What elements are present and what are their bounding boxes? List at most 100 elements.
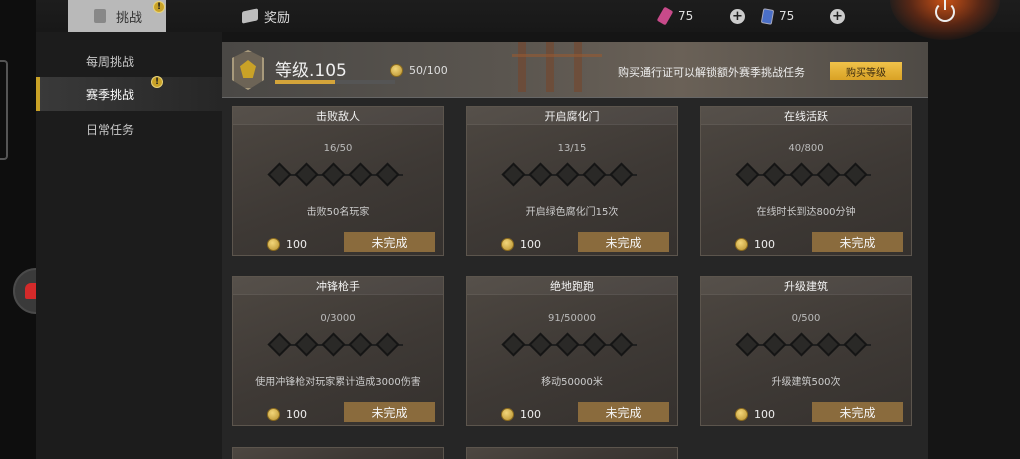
buy-level-button[interactable]: 购买等级 xyxy=(830,62,902,80)
card-progress: 40/800 xyxy=(788,143,824,154)
card-progress: 0/3000 xyxy=(320,313,356,324)
milestone-icon xyxy=(375,162,400,187)
sidebar-item-label: 每周挑战 xyxy=(86,54,135,69)
milestone-icon xyxy=(609,162,634,187)
milestone-icon xyxy=(582,162,607,187)
milestone-icon xyxy=(735,332,760,357)
card-description: 在线时长到达800分钟 xyxy=(756,207,856,218)
card-reward-value: 100 xyxy=(754,238,775,251)
tab-challenge[interactable]: 挑战 xyxy=(68,0,166,32)
reward-icon xyxy=(242,8,258,24)
sidebar-item-daily[interactable]: 日常任务 xyxy=(36,112,222,146)
currency-cards-value: 75 xyxy=(779,9,795,23)
milestone-icon xyxy=(321,162,346,187)
milestone-icon xyxy=(348,162,373,187)
card-description: 击败50名玩家 xyxy=(306,207,370,218)
add-cards-button[interactable]: + xyxy=(830,9,845,24)
card-description: 使用冲锋枪对玩家累计造成3000伤害 xyxy=(255,377,421,388)
pass-message: 购买通行证可以解锁额外赛季挑战任务 xyxy=(618,66,805,79)
milestone-icon xyxy=(816,162,841,187)
milestone-icon xyxy=(294,162,319,187)
card-title: 击败敌人 xyxy=(233,107,443,125)
top-bar xyxy=(36,0,1020,32)
card-reward: 100 xyxy=(501,408,541,421)
challenge-alert-icon: ! xyxy=(153,1,165,13)
milestone-icon xyxy=(789,162,814,187)
card-status-button[interactable]: 未完成 xyxy=(578,402,669,422)
challenge-card: 击败敌人 16/50 击败50名玩家 100 未完成 xyxy=(232,106,444,256)
challenge-card: 绝地跑跑 91/50000 移动50000米 100 未完成 xyxy=(466,276,678,426)
level-banner: 等级.105 50/100 购买通行证可以解锁额外赛季挑战任务 购买等级 xyxy=(222,42,928,98)
card-description: 升级建筑500次 xyxy=(771,377,841,388)
coin-icon xyxy=(390,64,403,77)
milestone-icon xyxy=(762,332,787,357)
card-status-button[interactable]: 未完成 xyxy=(578,232,669,252)
milestone-icon xyxy=(267,332,292,357)
coin-icon xyxy=(267,238,280,251)
card-reward-value: 100 xyxy=(286,238,307,251)
currency-cards: 75 xyxy=(760,0,795,32)
tab-reward-label: 奖励 xyxy=(264,10,291,26)
milestone-track xyxy=(731,162,881,187)
milestone-icon xyxy=(843,332,868,357)
card-status-button[interactable]: 未完成 xyxy=(812,232,903,252)
milestone-icon xyxy=(501,332,526,357)
sidebar-item-season[interactable]: 赛季挑战 xyxy=(36,77,222,111)
card-reward-value: 100 xyxy=(520,238,541,251)
sidebar-item-weekly[interactable]: 每周挑战 xyxy=(36,44,222,78)
card-reward: 100 xyxy=(501,238,541,251)
card-reward: 100 xyxy=(735,408,775,421)
card-status-button[interactable]: 未完成 xyxy=(344,402,435,422)
card-reward: 100 xyxy=(267,408,307,421)
coin-icon xyxy=(267,408,280,421)
xp-counter: 50/100 xyxy=(390,64,448,77)
milestone-icon xyxy=(609,332,634,357)
milestone-icon xyxy=(789,332,814,357)
milestone-icon xyxy=(294,332,319,357)
card-progress: 91/50000 xyxy=(548,313,596,324)
milestone-icon xyxy=(267,162,292,187)
milestone-icon xyxy=(501,162,526,187)
card-status-button[interactable]: 未完成 xyxy=(812,402,903,422)
card-progress: 13/15 xyxy=(557,143,587,154)
milestone-track xyxy=(497,332,647,357)
card-reward: 100 xyxy=(267,238,307,251)
milestone-icon xyxy=(582,332,607,357)
power-icon[interactable] xyxy=(935,0,955,22)
tab-reward[interactable]: 奖励 xyxy=(242,0,290,32)
milestone-icon xyxy=(816,332,841,357)
milestone-icon xyxy=(528,332,553,357)
challenge-card: 冲锋枪手 0/3000 使用冲锋枪对玩家累计造成3000伤害 100 未完成 xyxy=(232,276,444,426)
milestone-track xyxy=(263,162,413,187)
card-reward: 100 xyxy=(735,238,775,251)
add-gems-button[interactable]: + xyxy=(730,9,745,24)
sidebar: 每周挑战 赛季挑战 ! 日常任务 xyxy=(36,32,222,459)
coin-icon xyxy=(735,238,748,251)
xp-value: 50/100 xyxy=(409,64,448,77)
currency-gems-value: 75 xyxy=(678,9,694,23)
milestone-icon xyxy=(843,162,868,187)
milestone-icon xyxy=(375,332,400,357)
gem-icon xyxy=(656,6,674,26)
tab-challenge-label: 挑战 xyxy=(116,10,143,26)
card-description: 移动50000米 xyxy=(541,377,603,388)
card-title: 升级建筑 xyxy=(701,277,911,295)
milestone-track xyxy=(263,332,413,357)
card-reward-value: 100 xyxy=(754,408,775,421)
card-title: 冲锋枪手 xyxy=(233,277,443,295)
sidebar-item-label: 日常任务 xyxy=(86,122,135,137)
coin-icon xyxy=(501,408,514,421)
screen-left-edge xyxy=(0,0,36,459)
milestone-track xyxy=(731,332,881,357)
milestone-icon xyxy=(528,162,553,187)
milestone-track xyxy=(497,162,647,187)
card-title: 在线活跃 xyxy=(701,107,911,125)
card-status-button[interactable]: 未完成 xyxy=(344,232,435,252)
card-reward-value: 100 xyxy=(520,408,541,421)
card-progress: 16/50 xyxy=(323,143,353,154)
season-alert-icon: ! xyxy=(151,76,163,88)
banner-artwork xyxy=(512,42,632,97)
card-reward-value: 100 xyxy=(286,408,307,421)
level-progress-bar xyxy=(275,80,395,84)
challenge-icon xyxy=(94,9,106,23)
